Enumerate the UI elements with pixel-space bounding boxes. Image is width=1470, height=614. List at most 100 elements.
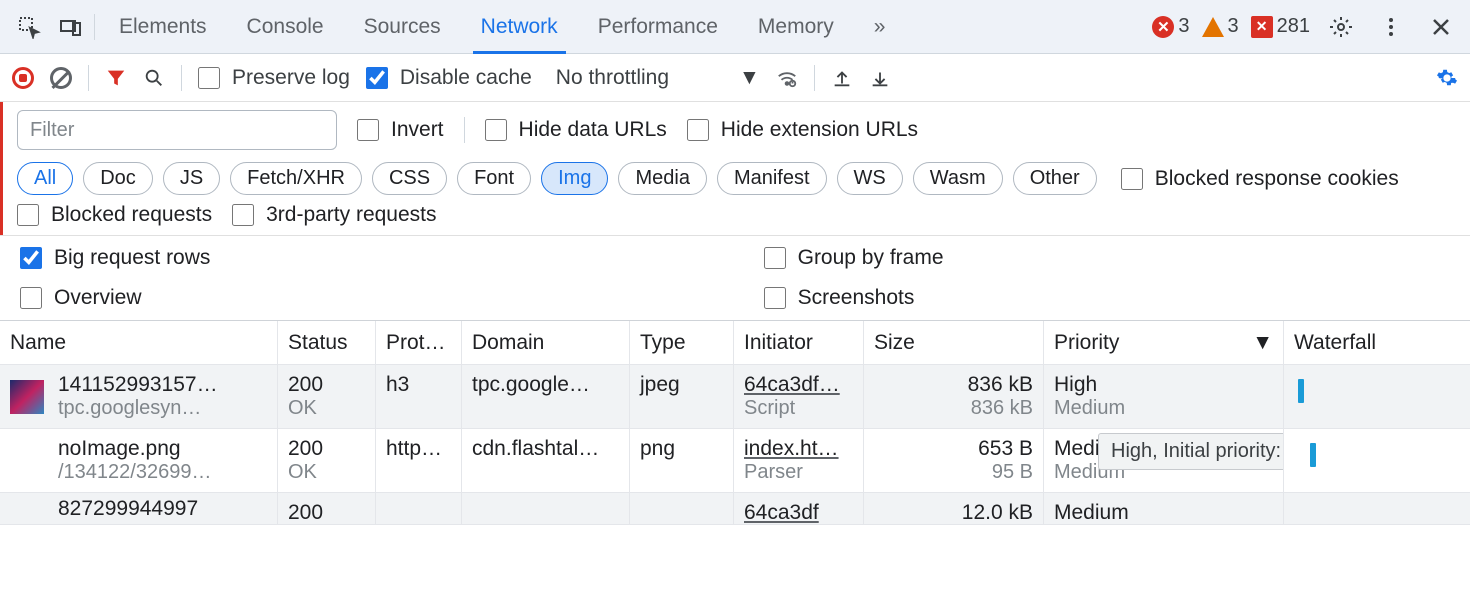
col-priority[interactable]: Priority ▼ [1044, 321, 1284, 364]
col-size[interactable]: Size [864, 321, 1044, 364]
pill-media[interactable]: Media [618, 162, 706, 195]
big-request-rows-checkbox[interactable]: Big request rows [20, 246, 706, 270]
filter-toggle-icon[interactable] [105, 67, 127, 89]
status-text: OK [288, 461, 365, 484]
pill-doc[interactable]: Doc [83, 162, 153, 195]
pill-img[interactable]: Img [541, 162, 608, 195]
hide-data-urls-checkbox[interactable]: Hide data URLs [485, 118, 667, 142]
priority-final: Medium [1054, 501, 1273, 524]
issues-count[interactable]: ✕ 281 [1251, 15, 1310, 38]
upload-har-icon[interactable] [831, 67, 853, 89]
sort-indicator-icon: ▼ [1252, 331, 1273, 355]
screenshots-checkbox[interactable]: Screenshots [764, 286, 1450, 310]
pill-js[interactable]: JS [163, 162, 220, 195]
tab-sources[interactable]: Sources [364, 0, 441, 53]
col-status[interactable]: Status [278, 321, 376, 364]
pill-ws[interactable]: WS [837, 162, 903, 195]
network-toolbar: Preserve log Disable cache No throttling… [0, 54, 1470, 102]
separator [181, 65, 182, 91]
disable-cache-input[interactable] [366, 67, 388, 89]
throttling-select[interactable]: No throttling ▼ [548, 66, 760, 90]
initiator-link[interactable]: 64ca3df [744, 501, 853, 524]
col-protocol[interactable]: Prot… [376, 321, 462, 364]
separator [88, 65, 89, 91]
invert-checkbox[interactable]: Invert [357, 118, 444, 142]
col-name[interactable]: Name [0, 321, 278, 364]
errors-count[interactable]: ✕ 3 [1152, 15, 1189, 38]
priority-final: High [1054, 373, 1273, 397]
tab-console[interactable]: Console [247, 0, 324, 53]
clear-button[interactable] [50, 67, 72, 89]
overview-checkbox[interactable]: Overview [20, 286, 706, 310]
status-code: 200 [288, 437, 365, 461]
pill-all[interactable]: All [17, 162, 73, 195]
table-header: Name Status Prot… Domain Type Initiator … [0, 321, 1470, 365]
device-toggle-icon[interactable] [52, 8, 90, 46]
col-initiator[interactable]: Initiator [734, 321, 864, 364]
tab-performance[interactable]: Performance [598, 0, 718, 53]
record-button[interactable] [12, 67, 34, 89]
request-name: 141152993157… [58, 373, 218, 397]
type-cell: jpeg [630, 365, 734, 428]
kebab-icon[interactable] [1372, 8, 1410, 46]
errors-value: 3 [1178, 15, 1189, 38]
group-by-frame-checkbox[interactable]: Group by frame [764, 246, 1450, 270]
warnings-count[interactable]: 3 [1202, 15, 1239, 38]
status-code: 200 [288, 501, 365, 524]
waterfall-cell [1284, 429, 1470, 492]
tab-more[interactable]: » [874, 0, 886, 53]
protocol-cell: http… [376, 429, 462, 492]
protocol-cell: h3 [376, 365, 462, 428]
table-row[interactable]: 141152993157… tpc.googlesyn… 200 OK h3 t… [0, 365, 1470, 429]
filter-row-2: Blocked requests 3rd-party requests [3, 203, 1470, 235]
preserve-log-checkbox[interactable]: Preserve log [198, 66, 350, 90]
request-path: tpc.googlesyn… [58, 397, 218, 420]
pill-css[interactable]: CSS [372, 162, 447, 195]
separator [464, 117, 465, 143]
preserve-log-input[interactable] [198, 67, 220, 89]
close-icon[interactable] [1422, 8, 1460, 46]
waterfall-bar [1298, 379, 1304, 403]
blocked-requests-checkbox[interactable]: Blocked requests [17, 203, 212, 227]
tab-elements[interactable]: Elements [119, 0, 207, 53]
domain-cell: tpc.google… [462, 365, 630, 428]
gear-icon[interactable] [1322, 8, 1360, 46]
filter-input[interactable] [17, 110, 337, 150]
table-row[interactable]: noImage.png /134122/32699… 200 OK http… … [0, 429, 1470, 493]
thumbnail-icon [10, 380, 44, 414]
initiator-link[interactable]: 64ca3df… [744, 373, 853, 397]
initiator-link[interactable]: index.ht… [744, 437, 853, 461]
waterfall-cell [1284, 365, 1470, 428]
table-row[interactable]: 827299944997 200 64ca3df 12.0 kB Medium [0, 493, 1470, 525]
inspect-icon[interactable] [10, 8, 48, 46]
size-transfer: 12.0 kB [874, 501, 1033, 524]
pill-font[interactable]: Font [457, 162, 531, 195]
preserve-log-label: Preserve log [232, 66, 350, 90]
tab-network[interactable]: Network [481, 0, 558, 53]
requests-table: Name Status Prot… Domain Type Initiator … [0, 320, 1470, 525]
col-domain[interactable]: Domain [462, 321, 630, 364]
initiator-type: Parser [744, 461, 853, 484]
devtools-tab-strip: Elements Console Sources Network Perform… [0, 0, 1470, 54]
separator [814, 65, 815, 91]
search-icon[interactable] [143, 67, 165, 89]
pill-other[interactable]: Other [1013, 162, 1097, 195]
third-party-checkbox[interactable]: 3rd-party requests [232, 203, 436, 227]
blocked-response-cookies-checkbox[interactable]: Blocked response cookies [1121, 167, 1399, 191]
filter-row: Invert Hide data URLs Hide extension URL… [3, 102, 1470, 158]
pill-wasm[interactable]: Wasm [913, 162, 1003, 195]
download-har-icon[interactable] [869, 67, 891, 89]
col-waterfall[interactable]: Waterfall [1284, 321, 1470, 364]
pill-manifest[interactable]: Manifest [717, 162, 827, 195]
tab-memory[interactable]: Memory [758, 0, 834, 53]
disable-cache-checkbox[interactable]: Disable cache [366, 66, 532, 90]
error-icon: ✕ [1152, 16, 1174, 38]
throttling-value: No throttling [556, 66, 669, 90]
network-conditions-icon[interactable] [776, 67, 798, 89]
pill-fetch-xhr[interactable]: Fetch/XHR [230, 162, 362, 195]
col-type[interactable]: Type [630, 321, 734, 364]
type-cell: png [630, 429, 734, 492]
hide-extension-urls-checkbox[interactable]: Hide extension URLs [687, 118, 918, 142]
domain-cell: cdn.flashtal… [462, 429, 630, 492]
settings-gear-icon[interactable] [1436, 67, 1458, 89]
